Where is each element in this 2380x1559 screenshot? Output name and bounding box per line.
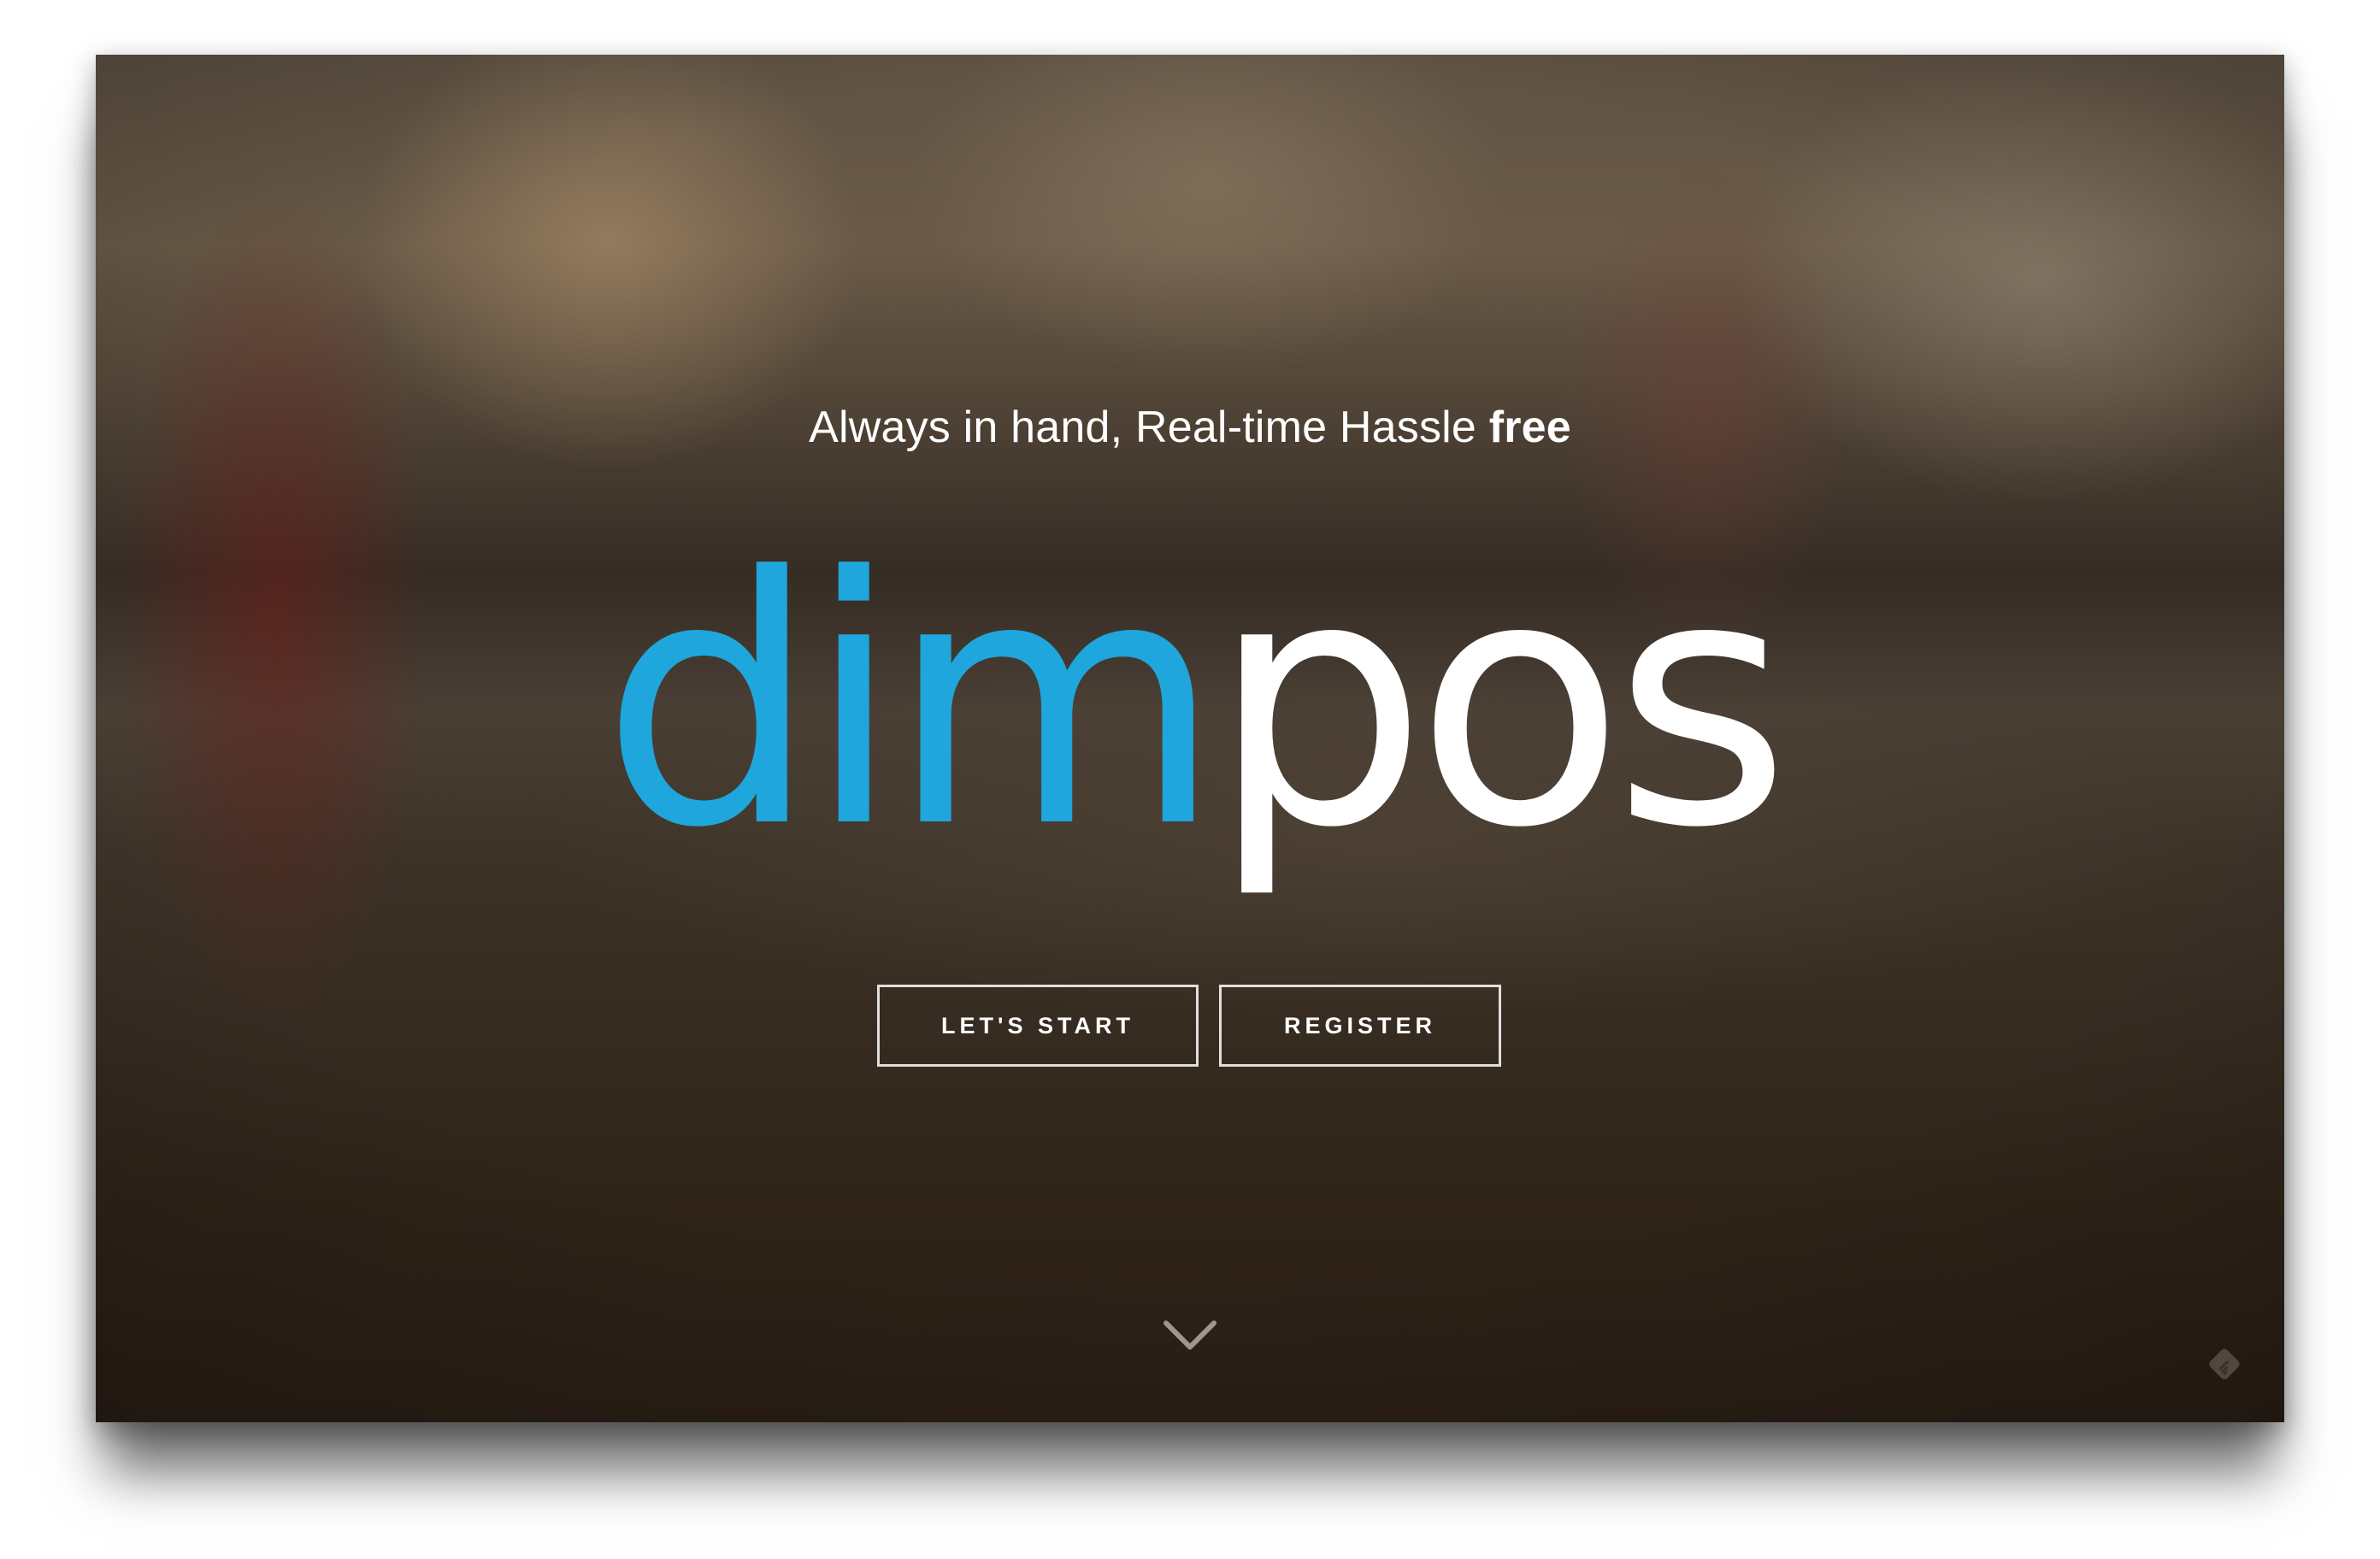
logo-main-text: pos xyxy=(1210,505,1791,903)
brand-logo: dimpos xyxy=(96,533,2284,875)
chevron-down-icon[interactable] xyxy=(1163,1318,1217,1352)
logo-accent-text: dim xyxy=(601,505,1222,903)
feedly-icon[interactable] xyxy=(2206,1345,2243,1383)
tagline-text: Always in hand, Real-time Hassle xyxy=(809,403,1477,452)
hero-section: Always in hand, Real-time Hassle free di… xyxy=(96,55,2284,1422)
lets-start-button[interactable]: LET'S START xyxy=(877,985,1199,1067)
hero-tagline: Always in hand, Real-time Hassle free xyxy=(96,402,2284,453)
register-button[interactable]: REGISTER xyxy=(1219,985,1501,1067)
tagline-emphasis: free xyxy=(1488,403,1571,452)
